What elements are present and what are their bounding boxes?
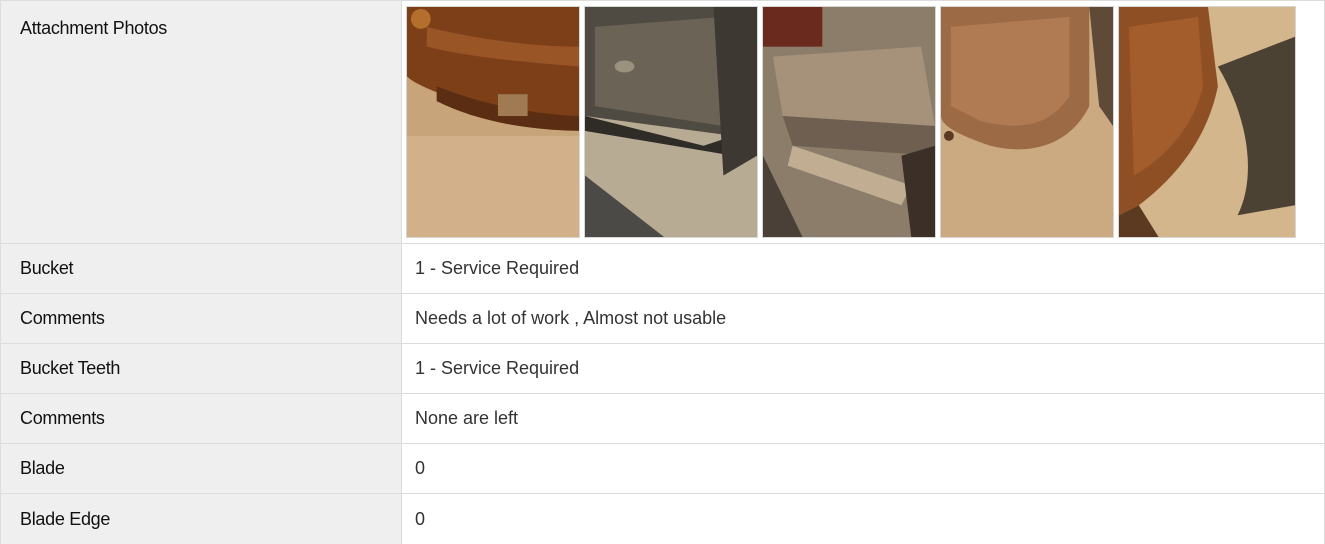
attachment-photo-2[interactable] — [584, 6, 758, 238]
inspection-table: Attachment Photos Bucket 1 - Service Req… — [0, 0, 1325, 544]
photo-strip — [402, 1, 1324, 238]
rusty-bucket-photo-icon — [407, 7, 579, 237]
table-row: Comments None are left — [0, 394, 1325, 444]
attachment-photo-5[interactable] — [1118, 6, 1296, 238]
table-row: Blade 0 — [0, 444, 1325, 494]
blade-edge-label: Blade Edge — [0, 494, 402, 544]
bucket-tip-photo-icon — [1119, 7, 1295, 237]
table-row: Comments Needs a lot of work , Almost no… — [0, 294, 1325, 344]
bucket-teeth-comments-value: None are left — [402, 394, 1325, 443]
attachment-photos-cell — [402, 1, 1325, 243]
attachment-photos-row: Attachment Photos — [0, 1, 1325, 244]
bucket-side-photo-icon — [941, 7, 1113, 237]
bucket-interior-photo-icon — [585, 7, 757, 237]
bucket-comments-value: Needs a lot of work , Almost not usable — [402, 294, 1325, 343]
bucket-teeth-value: 1 - Service Required — [402, 344, 1325, 393]
blade-label: Blade — [0, 444, 402, 493]
attachment-photo-4[interactable] — [940, 6, 1114, 238]
attachment-photo-1[interactable] — [406, 6, 580, 238]
attachment-photo-3[interactable] — [762, 6, 936, 238]
bucket-teeth-comments-label: Comments — [0, 394, 402, 443]
blade-value: 0 — [402, 444, 1325, 493]
bucket-teeth-label: Bucket Teeth — [0, 344, 402, 393]
bucket-value: 1 - Service Required — [402, 244, 1325, 293]
bucket-comments-label: Comments — [0, 294, 402, 343]
worn-bucket-edge-photo-icon — [763, 7, 935, 237]
table-row: Bucket Teeth 1 - Service Required — [0, 344, 1325, 394]
attachment-photos-label: Attachment Photos — [0, 1, 402, 243]
table-row: Blade Edge 0 — [0, 494, 1325, 544]
bucket-label: Bucket — [0, 244, 402, 293]
table-row: Bucket 1 - Service Required — [0, 244, 1325, 294]
blade-edge-value: 0 — [402, 494, 1325, 544]
